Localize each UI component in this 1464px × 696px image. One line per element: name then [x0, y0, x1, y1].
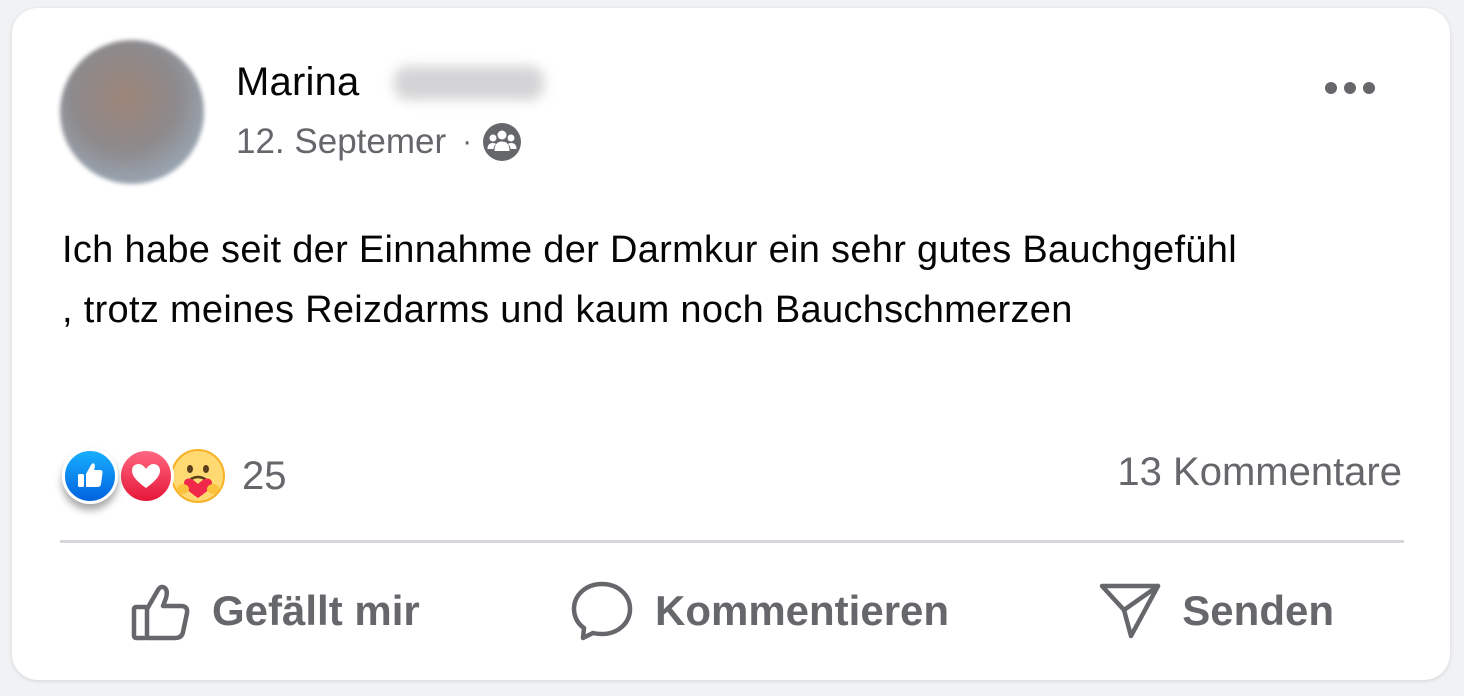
- author-name[interactable]: Marina: [236, 60, 359, 105]
- more-options-button[interactable]: [1318, 70, 1382, 106]
- comment-button[interactable]: Kommentieren: [499, 571, 1019, 651]
- post-card: Marina 12. Septemer · Ich habe seit der …: [12, 8, 1450, 680]
- post-meta: 12. Septemer ·: [236, 120, 522, 164]
- divider: [60, 540, 1404, 543]
- group-icon[interactable]: [482, 122, 522, 162]
- thumbs-up-icon: [131, 584, 190, 641]
- comment-count-link[interactable]: 13 Kommentare: [1117, 450, 1402, 495]
- avatar[interactable]: [60, 40, 204, 184]
- meta-separator: ·: [462, 125, 473, 158]
- like-icon: [62, 448, 118, 504]
- send-button[interactable]: Senden: [1028, 571, 1404, 651]
- reaction-count: 25: [242, 453, 287, 498]
- send-icon: [1100, 583, 1161, 639]
- post-date[interactable]: 12. Septemer: [236, 122, 446, 162]
- post-actions: Gefällt mir Kommentieren Senden: [60, 556, 1404, 666]
- love-icon: [118, 448, 174, 504]
- post-text: Ich habe seit der Einnahme der Darmkur e…: [62, 229, 1237, 331]
- like-button[interactable]: Gefällt mir: [60, 571, 490, 651]
- send-button-label: Senden: [1182, 587, 1334, 634]
- comment-bubble-icon: [571, 581, 633, 641]
- reactions-summary[interactable]: 25: [62, 446, 287, 506]
- reaction-icons: [62, 446, 230, 506]
- care-icon: [170, 448, 226, 504]
- like-button-label: Gefällt mir: [212, 587, 420, 634]
- comment-button-label: Kommentieren: [654, 587, 950, 634]
- more-dots-icon: [1325, 82, 1375, 94]
- blurred-surname: [394, 66, 544, 100]
